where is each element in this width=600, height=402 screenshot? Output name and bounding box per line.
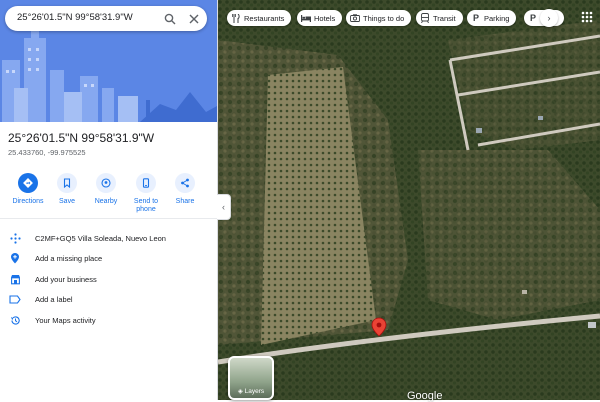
close-icon[interactable]	[185, 10, 202, 27]
chip-things-to-do[interactable]: Things to do	[346, 10, 412, 26]
chevron-left-icon: ‹	[222, 202, 225, 212]
nearby-button[interactable]: Nearby	[84, 173, 128, 206]
directions-button[interactable]: Directions	[6, 173, 50, 206]
place-title: 25°26'01.5"N 99°58'31.9"W	[8, 131, 155, 145]
share-icon	[175, 173, 195, 193]
layers-button[interactable]: ◈ Layers	[228, 356, 274, 400]
divider	[0, 218, 217, 219]
chip-things-to-do-label: Things to do	[363, 13, 405, 23]
decimal-coordinates: 25.433760, -99.975525	[8, 148, 86, 157]
directions-icon	[18, 173, 38, 193]
share-label: Share	[175, 198, 195, 205]
add-missing-place-text: Add a missing place	[35, 253, 103, 263]
layers-icon: ◈	[237, 388, 243, 395]
add-business-text: Add your business	[35, 274, 97, 284]
bookmark-icon	[57, 173, 77, 193]
transit-icon	[420, 13, 430, 23]
label-icon	[8, 292, 22, 306]
plus-code-icon	[8, 231, 22, 245]
chip-hotels-label: Hotels	[314, 13, 336, 23]
collapse-panel-button[interactable]: ‹	[217, 194, 231, 220]
chip-hotels[interactable]: Hotels	[297, 10, 343, 26]
add-label-text: Add a label	[35, 294, 73, 304]
chips-next-button[interactable]: ›	[540, 9, 558, 27]
business-icon	[8, 272, 22, 286]
directions-label: Directions	[12, 198, 44, 205]
plus-code-row[interactable]: C2MF+GQ5 Villa Soleada, Nuevo Leon	[8, 231, 213, 245]
parking-icon: P	[472, 13, 479, 23]
nearby-label: Nearby	[94, 198, 118, 205]
chevron-right-icon: ›	[547, 13, 551, 23]
chip-restaurants-label: Restaurants	[244, 13, 285, 23]
maps-activity-text: Your Maps activity	[35, 315, 96, 325]
chip-parking-label: Parking	[484, 13, 510, 23]
satellite-imagery[interactable]	[218, 0, 600, 400]
chip-transit[interactable]: Transit	[416, 10, 463, 26]
hero-image: 25°26'01.5"N 99°58'31.9"W	[0, 0, 217, 122]
bed-icon	[301, 13, 311, 23]
search-icon[interactable]	[161, 10, 178, 27]
satellite-map[interactable]	[218, 0, 600, 400]
save-button[interactable]: Save	[45, 173, 89, 206]
search-box[interactable]: 25°26'01.5"N 99°58'31.9"W	[5, 6, 207, 31]
layers-label: Layers	[244, 388, 265, 395]
google-logo: Google	[407, 390, 443, 402]
chip-restaurants[interactable]: Restaurants	[227, 10, 292, 26]
fork-knife-icon	[231, 13, 241, 23]
add-place-icon	[8, 251, 22, 265]
share-button[interactable]: Share	[163, 173, 207, 206]
phone-icon	[136, 173, 156, 193]
apps-grid-icon[interactable]	[580, 10, 594, 24]
add-missing-place-row[interactable]: Add a missing place	[8, 251, 213, 265]
camera-icon	[350, 13, 360, 23]
chip-transit-label: Transit	[433, 13, 456, 23]
history-icon	[8, 313, 22, 327]
send-to-phone-label: Send to phone	[133, 198, 159, 213]
pharmacy-icon: P	[529, 13, 536, 23]
save-label: Save	[59, 198, 75, 205]
place-panel: 25°26'01.5"N 99°58'31.9"W 25°26'01.5"N 9…	[0, 0, 218, 400]
plus-code-text: C2MF+GQ5 Villa Soleada, Nuevo Leon	[35, 233, 166, 243]
add-business-row[interactable]: Add your business	[8, 272, 213, 286]
maps-activity-row[interactable]: Your Maps activity	[8, 313, 213, 327]
search-input[interactable]: 25°26'01.5"N 99°58'31.9"W	[17, 12, 133, 23]
chip-parking[interactable]: P Parking	[467, 10, 517, 26]
nearby-icon	[96, 173, 116, 193]
send-to-phone-button[interactable]: Send to phone	[124, 173, 168, 214]
add-label-row[interactable]: Add a label	[8, 292, 213, 306]
